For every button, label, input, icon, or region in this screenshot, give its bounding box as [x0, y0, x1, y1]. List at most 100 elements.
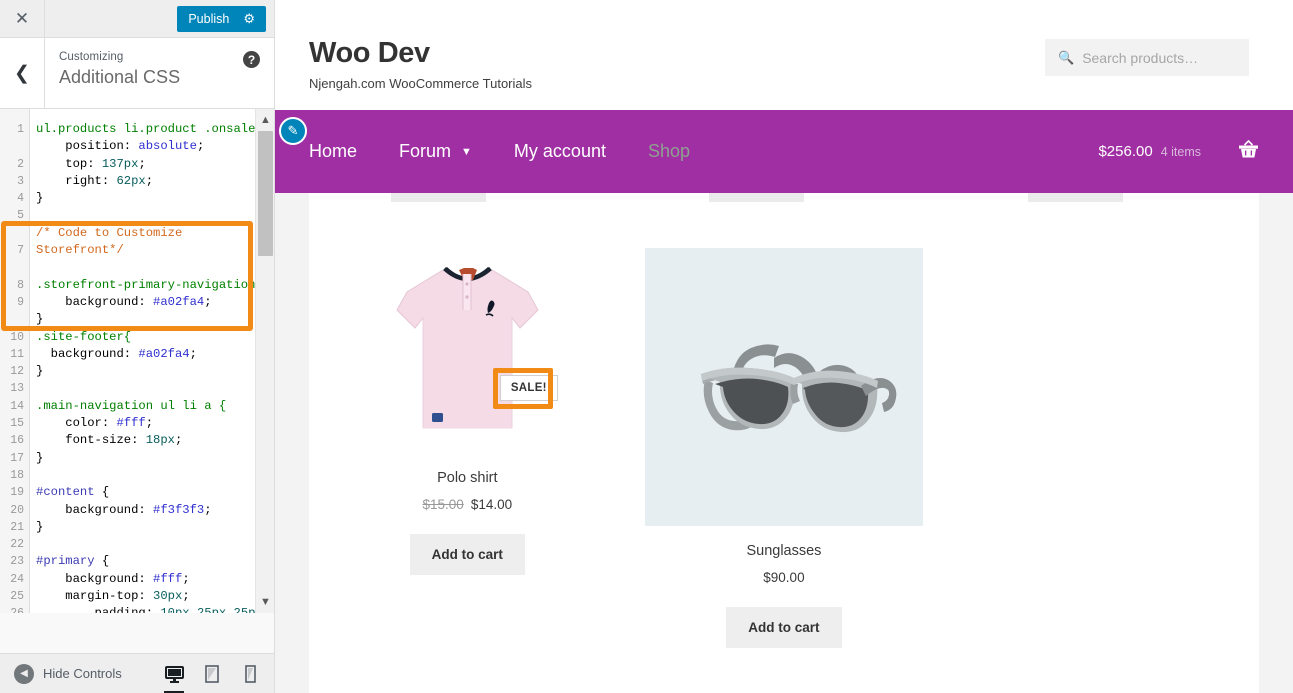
line-number: 3 — [17, 174, 24, 188]
product-image[interactable] — [644, 248, 923, 526]
line-number: 23 — [10, 555, 24, 569]
code-line: #content { — [36, 485, 110, 500]
ghost-add-to-cart — [391, 193, 486, 202]
code-line: } — [36, 312, 44, 327]
shop-content: SALE! Polo shirt $15.00 $14.00 Add to car… — [275, 193, 1293, 693]
nav-item-label: Home — [309, 141, 358, 161]
back-chevron-icon[interactable]: ❮ — [0, 38, 45, 108]
code-line: .main-navigation ul li a { — [36, 398, 227, 413]
customizing-eyebrow: Customizing — [59, 51, 124, 63]
customizer-topbar: ✕ Publish ⚙ — [0, 0, 274, 38]
line-number: 4 — [17, 192, 24, 206]
scrollbar-thumb[interactable] — [258, 131, 273, 256]
line-number: . — [0, 311, 29, 328]
editor-scrollbar[interactable]: ▲ ▼ — [255, 109, 274, 613]
nav-item-shop[interactable]: Shop — [648, 141, 690, 162]
customizer-sidebar: ✕ Publish ⚙ ❮ Customizing Additional CSS… — [0, 0, 275, 693]
primary-navigation: ✎ Home Forum ▼ My account Shop $256.00 4 — [275, 110, 1293, 193]
panel-titles: Customizing Additional CSS ? — [45, 38, 274, 108]
code-line: /* Code to Customize Storefront*/ — [36, 225, 190, 258]
search-placeholder: Search products… — [1082, 49, 1199, 66]
grey-sunglasses-icon — [644, 248, 923, 526]
gear-icon[interactable]: ⚙ — [243, 6, 255, 32]
code-line: background: #f3f3f3; — [65, 502, 212, 517]
product-title[interactable]: Sunglasses — [636, 543, 933, 559]
cart-amount: $256.00 — [1098, 143, 1153, 160]
site-branding: Woo Dev Njengah.com WooCommerce Tutorial… — [309, 37, 532, 91]
code-line: color: #fff; — [65, 416, 154, 431]
product-card[interactable]: SALE! Polo shirt $15.00 $14.00 Add to car… — [309, 248, 626, 693]
css-code-area[interactable]: ul.products li.product .onsale { positio… — [30, 109, 274, 613]
chevron-down-icon[interactable]: ▼ — [461, 146, 472, 158]
line-number: 25 — [10, 590, 24, 604]
product-grid: SALE! Polo shirt $15.00 $14.00 Add to car… — [309, 248, 1259, 693]
line-number: 26 — [0, 605, 29, 613]
customizer-footer: ◀ Hide Controls — [0, 653, 274, 693]
line-number: 2 — [17, 157, 24, 171]
line-number: . — [0, 225, 29, 242]
code-line: position: absolute; — [65, 139, 205, 154]
line-number: 11 — [10, 347, 24, 361]
basket-icon[interactable] — [1238, 139, 1259, 164]
code-line: .storefront-primary-navigation { — [36, 277, 271, 292]
code-line: } — [36, 191, 44, 206]
line-number: . — [0, 138, 29, 155]
line-number: 12 — [10, 365, 24, 379]
previous-row-partial — [309, 193, 1259, 204]
code-line: background: #fff; — [65, 571, 190, 586]
chevron-down-icon[interactable]: ▼ — [256, 593, 274, 611]
nav-item-label: My account — [513, 141, 606, 161]
chevron-up-icon[interactable]: ▲ — [256, 111, 274, 129]
hide-controls-label: Hide Controls — [43, 666, 122, 681]
product-title[interactable]: Polo shirt — [319, 470, 616, 486]
chevron-left-circle-icon: ◀ — [14, 663, 34, 684]
add-to-cart-button[interactable]: Add to cart — [726, 607, 842, 648]
code-line: top: 137px; — [65, 156, 146, 171]
line-number: 22 — [10, 538, 24, 552]
publish-button[interactable]: Publish ⚙ — [177, 5, 266, 32]
pink-polo-shirt-icon — [384, 248, 550, 453]
desktop-icon — [164, 665, 184, 683]
pencil-icon[interactable]: ✎ — [279, 117, 307, 145]
site-preview[interactable]: Woo Dev Njengah.com WooCommerce Tutorial… — [275, 0, 1293, 693]
product-sale-price: $90.00 — [763, 570, 805, 585]
product-card-empty — [942, 248, 1259, 693]
line-number: 9 — [17, 295, 24, 309]
device-mobile-button[interactable] — [231, 654, 269, 693]
line-number: 7 — [17, 244, 24, 258]
close-icon[interactable]: ✕ — [0, 0, 45, 37]
device-tablet-button[interactable] — [193, 654, 231, 693]
code-line: padding: 10px 25px 25px 10px; — [36, 605, 274, 613]
cart-summary[interactable]: $256.00 4 items — [1098, 110, 1259, 193]
sale-badge: SALE! — [499, 375, 558, 401]
nav-item-home[interactable]: Home — [309, 141, 357, 162]
code-line: right: 62px; — [65, 173, 154, 188]
product-sale-price: $14.00 — [470, 497, 513, 512]
line-number: 20 — [10, 503, 24, 517]
site-header: Woo Dev Njengah.com WooCommerce Tutorial… — [275, 0, 1293, 110]
site-title[interactable]: Woo Dev — [309, 37, 532, 70]
customizer-panel-header: ❮ Customizing Additional CSS ? — [0, 38, 274, 109]
product-image[interactable]: SALE! — [384, 248, 558, 453]
search-input[interactable]: 🔍 Search products… — [1045, 39, 1249, 76]
nav-item-forum[interactable]: Forum ▼ — [399, 141, 472, 162]
screen: ✕ Publish ⚙ ❮ Customizing Additional CSS… — [0, 0, 1293, 693]
product-card[interactable]: Sunglasses $90.00 Add to cart — [626, 248, 943, 693]
line-number: . — [0, 259, 29, 276]
line-number: 24 — [10, 572, 24, 586]
hide-controls-button[interactable]: ◀ Hide Controls — [0, 663, 122, 684]
primary-column: SALE! Polo shirt $15.00 $14.00 Add to car… — [309, 193, 1259, 693]
code-line: #primary { — [36, 554, 110, 569]
product-regular-price: $15.00 — [422, 497, 464, 512]
add-to-cart-button[interactable]: Add to cart — [409, 534, 525, 575]
device-desktop-button[interactable] — [155, 654, 193, 693]
css-editor[interactable]: 1.2345.7.89.1011121314151617181920212223… — [0, 109, 274, 613]
code-line: margin-top: 30px; — [65, 589, 190, 604]
nav-item-label: Shop — [647, 141, 691, 161]
help-icon[interactable]: ? — [243, 51, 260, 68]
nav-item-my-account[interactable]: My account — [514, 141, 606, 162]
